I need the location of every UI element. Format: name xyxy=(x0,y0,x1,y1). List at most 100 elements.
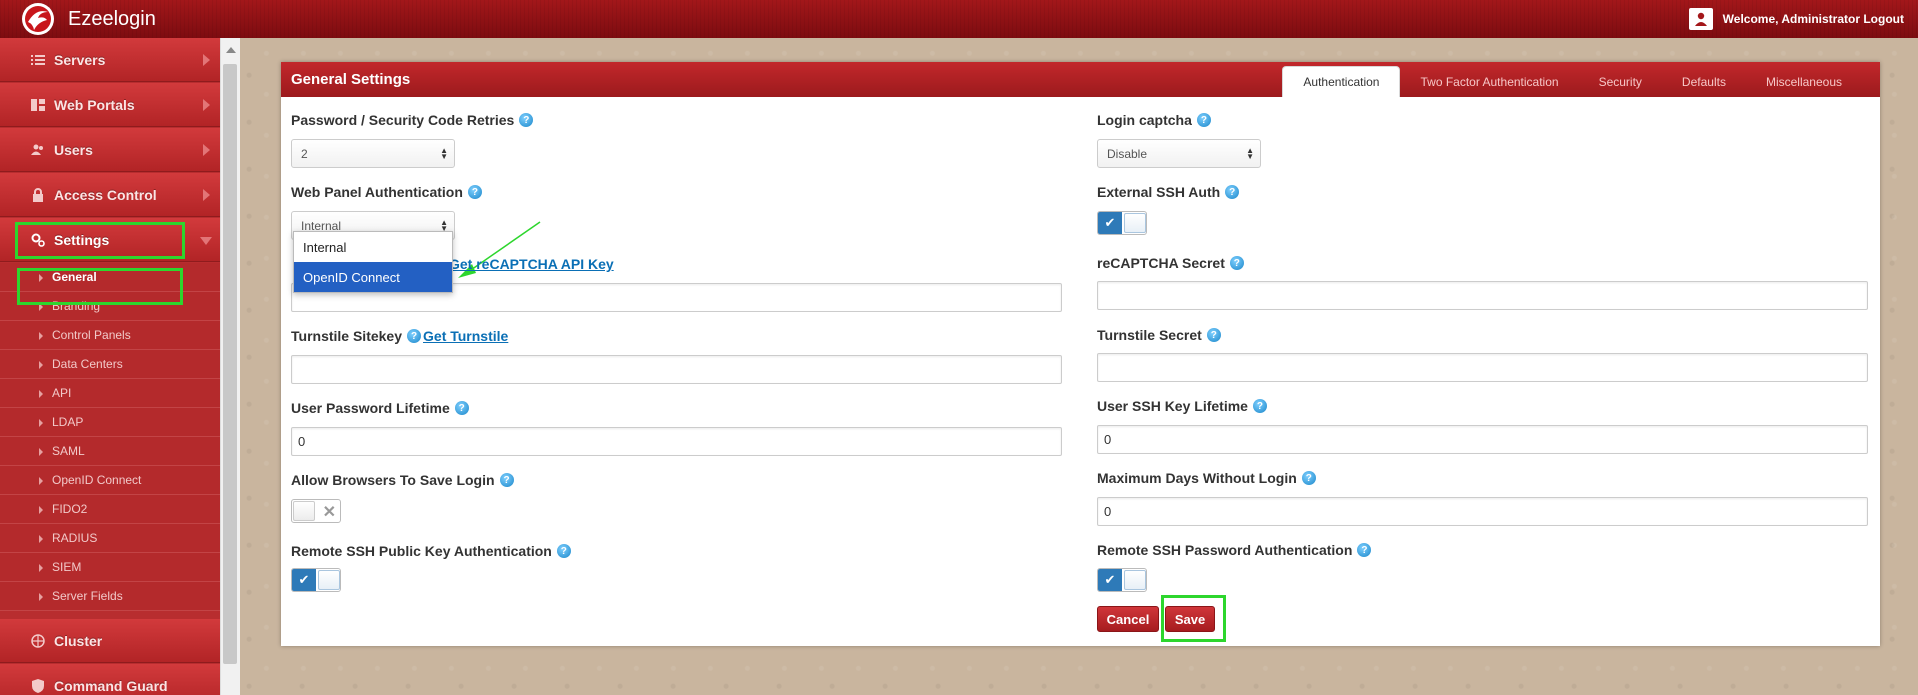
users-icon xyxy=(30,143,46,157)
shield-icon xyxy=(30,678,46,693)
help-icon[interactable]: ? xyxy=(1252,399,1267,413)
help-icon[interactable]: ? xyxy=(454,401,469,415)
turnstile-secret-input[interactable] xyxy=(1097,353,1868,382)
settings-submenu: General Branding Control Panels Data Cen… xyxy=(0,263,220,611)
save-highlight-box xyxy=(1161,595,1226,642)
sidebar-item-label: Command Guard xyxy=(54,677,168,694)
user-box: Welcome, Administrator Logout xyxy=(1688,8,1904,30)
help-icon[interactable]: ? xyxy=(1229,256,1244,270)
check-icon: ✔ xyxy=(1098,569,1122,591)
check-icon: ✔ xyxy=(1098,212,1122,234)
web-panel-auth-dropdown: Internal OpenID Connect xyxy=(293,231,453,293)
help-icon[interactable]: ? xyxy=(1225,185,1240,199)
help-icon[interactable]: ? xyxy=(1357,543,1372,557)
submenu-item-saml[interactable]: SAML xyxy=(0,437,220,466)
get-recaptcha-link[interactable]: Get reCAPTCHA API Key xyxy=(449,256,614,272)
settings-tabs: Authentication Two Factor Authentication… xyxy=(1282,66,1862,97)
sidebar-item-label: Servers xyxy=(54,51,106,68)
external-ssh-auth-toggle[interactable]: ✔ xyxy=(1097,211,1147,235)
help-icon[interactable]: ? xyxy=(519,113,534,127)
sidebar-item-label: Cluster xyxy=(54,632,103,649)
cancel-button[interactable]: Cancel xyxy=(1097,606,1159,632)
check-icon: ✔ xyxy=(292,569,316,591)
remote-ssh-pubkey-toggle[interactable]: ✔ xyxy=(291,568,341,592)
scroll-thumb[interactable] xyxy=(223,64,237,664)
tab-miscellaneous[interactable]: Miscellaneous xyxy=(1746,66,1862,97)
chevron-right-icon xyxy=(203,99,210,111)
sidebar-item-cluster[interactable]: Cluster xyxy=(0,619,220,663)
remote-ssh-password-toggle[interactable]: ✔ xyxy=(1097,568,1147,592)
recaptcha-secret-input[interactable] xyxy=(1097,281,1868,310)
submenu-item-radius[interactable]: RADIUS xyxy=(0,524,220,553)
help-icon[interactable]: ? xyxy=(1301,471,1316,485)
sidebar-item-label: Users xyxy=(54,141,93,158)
remote-ssh-password-label: Remote SSH Password Authentication? xyxy=(1097,542,1372,558)
panel-title: General Settings xyxy=(291,71,411,88)
user-avatar-icon[interactable] xyxy=(1688,8,1713,30)
remote-ssh-pubkey-label: Remote SSH Public Key Authentication? xyxy=(291,543,571,559)
allow-browsers-toggle[interactable]: ✕ xyxy=(291,499,341,523)
allow-browsers-label: Allow Browsers To Save Login? xyxy=(291,472,514,488)
help-icon[interactable]: ? xyxy=(1196,113,1211,127)
select-arrows-icon: ▲ ▼ xyxy=(1246,146,1254,161)
password-retries-select[interactable]: 2 ▲ ▼ xyxy=(291,139,455,168)
turnstile-sitekey-label: Turnstile Sitekey? Get Turnstile xyxy=(291,328,509,344)
help-icon[interactable]: ? xyxy=(556,544,571,558)
settings-highlight-box xyxy=(15,222,185,259)
dropdown-option-openid-connect[interactable]: OpenID Connect xyxy=(294,262,452,292)
help-icon[interactable]: ? xyxy=(407,329,422,343)
annotation-arrow-icon xyxy=(458,221,541,278)
tab-security[interactable]: Security xyxy=(1579,66,1662,97)
user-ssh-key-lifetime-label: User SSH Key Lifetime? xyxy=(1097,398,1267,414)
general-highlight-box xyxy=(17,268,183,305)
top-bar: Ezeelogin Welcome, Administrator Logout xyxy=(0,0,1918,38)
turnstile-secret-label: Turnstile Secret? xyxy=(1097,327,1221,343)
submenu-item-ldap[interactable]: LDAP xyxy=(0,408,220,437)
sidebar-item-command-guard[interactable]: Command Guard xyxy=(0,664,220,695)
scroll-up-icon[interactable] xyxy=(226,47,236,53)
welcome-logout-text[interactable]: Welcome, Administrator Logout xyxy=(1723,12,1904,26)
sidebar-item-access-control[interactable]: Access Control xyxy=(0,173,220,217)
sidebar: Servers Web Portals Users Access Control… xyxy=(0,38,220,695)
help-icon[interactable]: ? xyxy=(1206,328,1221,342)
sidebar-scrollbar[interactable] xyxy=(220,38,240,695)
submenu-item-siem[interactable]: SIEM xyxy=(0,553,220,582)
submenu-item-openid-connect[interactable]: OpenID Connect xyxy=(0,466,220,495)
sidebar-item-users[interactable]: Users xyxy=(0,128,220,172)
dropdown-option-internal[interactable]: Internal xyxy=(294,232,452,262)
app-title: Ezeelogin xyxy=(68,8,156,30)
chevron-down-icon xyxy=(200,237,212,245)
recaptcha-secret-label: reCAPTCHA Secret? xyxy=(1097,255,1244,271)
submenu-item-api[interactable]: API xyxy=(0,379,220,408)
recaptcha-key-label: Get reCAPTCHA API Key xyxy=(447,256,614,272)
panel-header: General Settings Authentication Two Fact… xyxy=(281,62,1880,97)
submenu-item-control-panels[interactable]: Control Panels xyxy=(0,321,220,350)
help-icon[interactable]: ? xyxy=(499,473,514,487)
user-ssh-key-lifetime-input[interactable]: 0 xyxy=(1097,425,1868,454)
x-icon: ✕ xyxy=(322,504,336,521)
help-icon[interactable]: ? xyxy=(467,185,482,199)
user-password-lifetime-input[interactable]: 0 xyxy=(291,427,1062,456)
submenu-item-fido2[interactable]: FIDO2 xyxy=(0,495,220,524)
chevron-right-icon xyxy=(203,144,210,156)
ezeelogin-logo-icon[interactable] xyxy=(18,2,58,36)
list-icon xyxy=(30,53,46,67)
submenu-item-data-centers[interactable]: Data Centers xyxy=(0,350,220,379)
sidebar-item-servers[interactable]: Servers xyxy=(0,38,220,82)
web-panel-auth-label: Web Panel Authentication? xyxy=(291,184,482,200)
turnstile-sitekey-input[interactable] xyxy=(291,355,1062,384)
tab-defaults[interactable]: Defaults xyxy=(1662,66,1746,97)
sidebar-item-label: Web Portals xyxy=(54,96,135,113)
get-turnstile-link[interactable]: Get Turnstile xyxy=(423,328,508,344)
login-captcha-label: Login captcha? xyxy=(1097,112,1211,128)
sidebar-item-web-portals[interactable]: Web Portals xyxy=(0,83,220,127)
max-days-without-login-input[interactable]: 0 xyxy=(1097,497,1868,526)
lock-icon xyxy=(30,187,46,202)
tab-authentication[interactable]: Authentication xyxy=(1282,66,1401,97)
submenu-item-server-fields[interactable]: Server Fields xyxy=(0,582,220,611)
sidebar-item-label: Access Control xyxy=(54,186,157,203)
cluster-icon xyxy=(30,633,46,648)
tab-two-factor-authentication[interactable]: Two Factor Authentication xyxy=(1400,66,1578,97)
login-captcha-select[interactable]: Disable ▲ ▼ xyxy=(1097,139,1261,168)
chevron-right-icon xyxy=(203,54,210,66)
